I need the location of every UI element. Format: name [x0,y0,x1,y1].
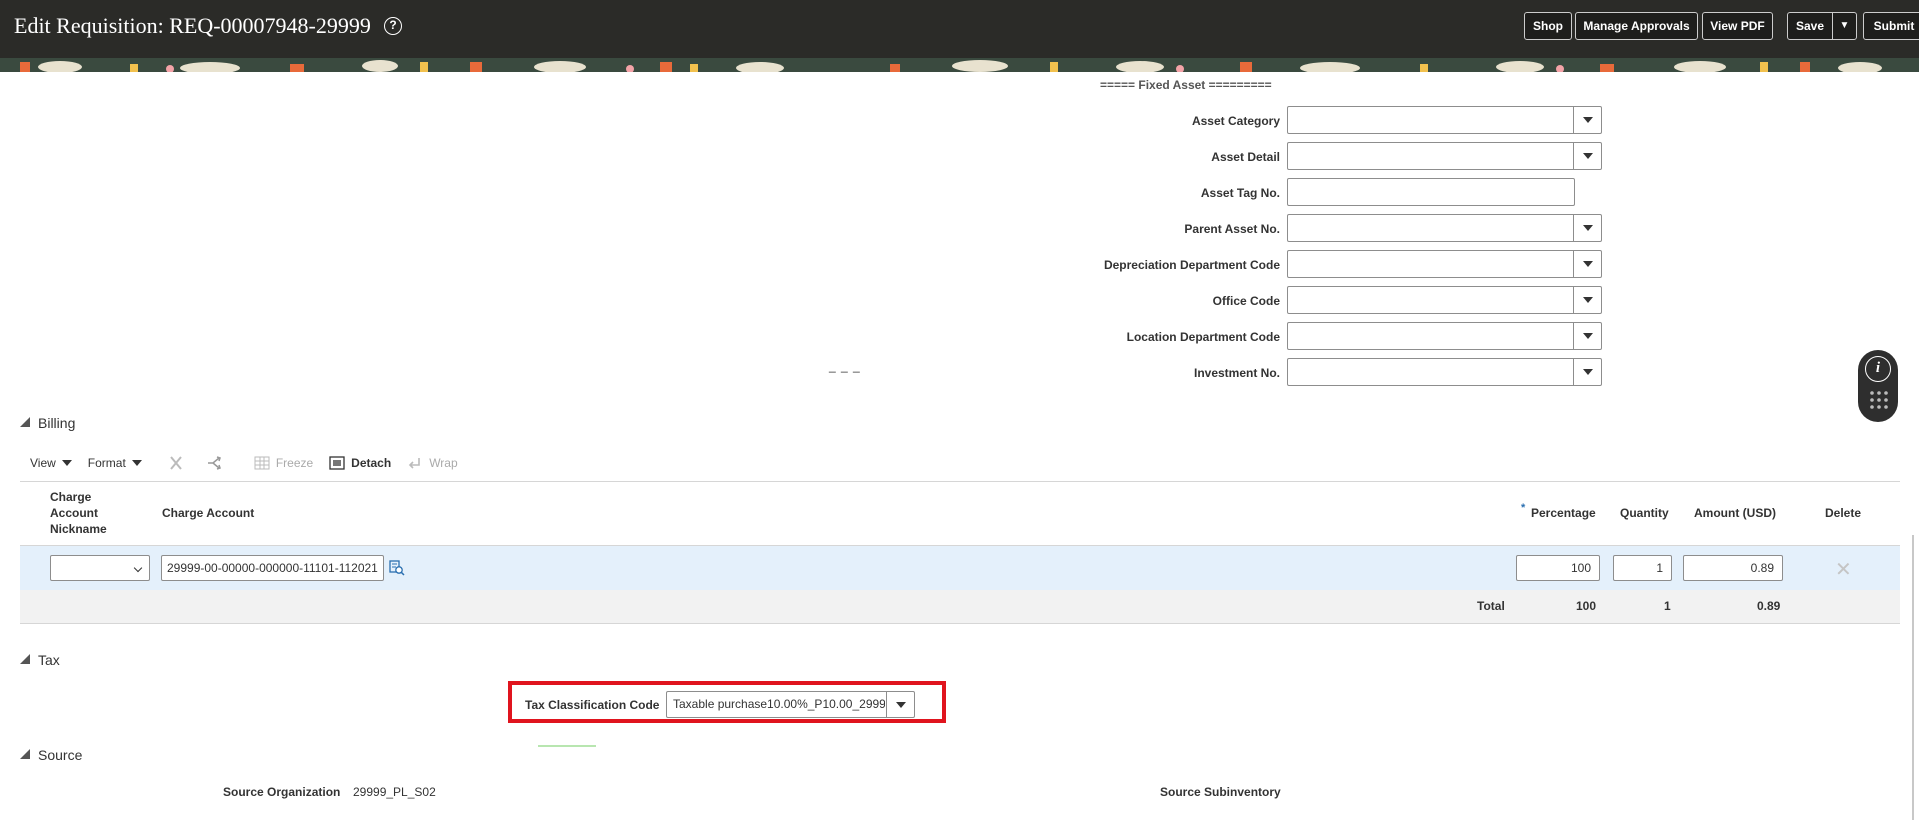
dropdown-arrow-icon[interactable] [1573,359,1601,385]
column-header-delete: Delete [1825,506,1862,520]
depreciation-department-code-select[interactable] [1287,250,1602,278]
caret-down-icon [61,460,72,466]
investment-no-label: Investment No. [1193,366,1280,380]
page-header: Edit Requisition: REQ-00007948-29999 ? S… [0,0,1919,72]
collapse-triangle-icon[interactable] [20,749,30,759]
view-menu[interactable]: View [30,456,72,470]
decorative-mark [538,745,596,747]
detach-icon [329,456,345,470]
asset-detail-label: Asset Detail [1211,150,1280,164]
tax-section-title: Tax [38,652,60,668]
scrollbar[interactable] [1912,535,1914,820]
depreciation-department-code-label: Depreciation Department Code [1103,258,1280,272]
percentage-input[interactable]: 100 [1516,555,1600,581]
collapse-triangle-icon[interactable] [20,417,30,427]
parent-asset-no-label: Parent Asset No. [1184,222,1280,236]
page-title: Edit Requisition: REQ-00007948-29999 [14,13,371,38]
tax-classification-code-select[interactable]: Taxable purchase10.00%_P10.00_29999 [666,691,915,718]
asset-tag-no-input[interactable] [1287,178,1575,206]
floating-help-widget[interactable]: i [1858,350,1898,422]
table-top-border [20,481,1900,482]
dropdown-arrow-icon[interactable] [1573,143,1601,169]
tax-classification-code-label: Tax Classification Code [525,698,660,712]
charge-account-input[interactable]: 29999-00-00000-000000-11101-112021 [161,555,384,581]
source-section-header[interactable]: Source [20,747,82,763]
billing-section-title: Billing [38,415,76,431]
tax-section-header[interactable]: Tax [20,652,60,668]
dropdown-arrow-icon[interactable] [1573,323,1601,349]
column-header-nickname[interactable]: Charge Account Nickname [50,489,107,537]
split-icon [207,456,221,470]
format-menu-label: Format [87,456,126,470]
amount-input[interactable]: 0.89 [1683,555,1783,581]
account-search-icon[interactable] [389,560,405,576]
billing-section-header[interactable]: Billing [20,415,75,431]
detach-label: Detach [351,456,392,470]
dropdown-arrow-icon[interactable] [1573,287,1601,313]
tax-classification-code-value: Taxable purchase10.00%_P10.00_29999 [673,697,885,711]
charge-account-nickname-select[interactable] [50,555,150,581]
office-code-select[interactable] [1287,286,1602,314]
freeze-icon [254,456,270,470]
location-department-code-label: Location Department Code [1126,330,1280,344]
freeze-button[interactable]: Freeze [254,456,313,470]
source-organization-label: Source Organization [223,785,341,799]
delete-row-icon[interactable]: ✕ [1835,557,1852,582]
column-header-percentage[interactable]: Percentage [1531,505,1596,521]
view-pdf-button[interactable]: View PDF [1702,12,1773,40]
format-menu[interactable]: Format [88,456,142,470]
investment-no-select[interactable] [1287,358,1602,386]
caret-down-icon [131,460,142,466]
source-subinventory-label: Source Subinventory [1160,785,1281,799]
keypad-icon[interactable] [1869,390,1889,410]
quantity-input[interactable]: 1 [1613,555,1672,581]
freeze-label: Freeze [275,456,314,470]
submit-button[interactable]: Submit [1863,12,1919,40]
view-menu-label: View [30,456,56,470]
billing-toolbar: View Format Freeze Detach Wrap [30,453,474,473]
total-percentage: 100 [1576,599,1597,613]
total-amount: 0.89 [1757,599,1781,613]
dropdown-arrow-icon[interactable] [1573,215,1601,241]
chevron-down-icon: ▼ [1839,20,1850,31]
save-dropdown-button[interactable]: ▼ [1832,12,1857,40]
detach-button[interactable]: Detach [329,456,391,470]
collapse-triangle-icon[interactable] [20,654,30,664]
parent-asset-no-select[interactable] [1287,214,1602,242]
column-header-quantity[interactable]: Quantity [1620,505,1669,521]
dropdown-arrow-icon[interactable] [1573,107,1601,133]
save-button[interactable]: Save [1787,12,1833,40]
split-toolbar-button[interactable] [206,456,228,470]
asset-category-label: Asset Category [1191,114,1280,128]
header-decorative-pattern [0,58,1919,72]
help-icon[interactable]: ? [384,17,402,35]
wrap-button[interactable]: Wrap [407,456,458,470]
column-header-amount[interactable]: Amount (USD) [1694,505,1776,521]
fixed-asset-title: ===== Fixed Asset ========= [1100,78,1272,92]
wrap-label: Wrap [429,456,458,470]
asset-detail-select[interactable] [1287,142,1602,170]
office-code-label: Office Code [1212,294,1280,308]
location-department-code-select[interactable] [1287,322,1602,350]
shop-button[interactable]: Shop [1524,12,1572,40]
asset-category-select[interactable] [1287,106,1602,134]
delete-toolbar-button[interactable] [168,456,190,470]
total-label: Total [1477,599,1505,613]
close-icon [170,456,182,470]
dropdown-arrow-icon[interactable] [1573,251,1601,277]
separator-mark: _ _ _ [829,359,861,373]
info-icon[interactable]: i [1865,356,1891,382]
asset-tag-no-label: Asset Tag No. [1200,186,1280,200]
wrap-icon [409,458,420,469]
source-section-title: Source [38,747,83,763]
source-organization-value: 29999_PL_S02 [353,785,436,799]
total-quantity: 1 [1664,599,1671,613]
manage-approvals-button[interactable]: Manage Approvals [1575,12,1698,40]
column-header-charge-account[interactable]: Charge Account [162,505,254,521]
dropdown-arrow-icon[interactable] [886,692,914,717]
total-row [20,590,1900,624]
required-indicator: * [1521,502,1526,514]
